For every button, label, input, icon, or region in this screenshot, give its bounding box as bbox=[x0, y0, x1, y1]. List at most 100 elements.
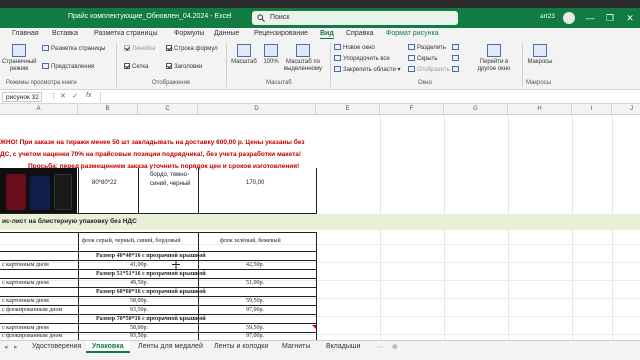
restore-button[interactable]: ❐ bbox=[600, 8, 620, 28]
zoom-button[interactable]: Масштаб bbox=[228, 44, 260, 66]
price-header-d[interactable]: флок зелёный, бежевый bbox=[220, 238, 281, 244]
new-window-button[interactable]: Новое окно bbox=[334, 44, 375, 52]
tab-picture-format[interactable]: Формат рисунка bbox=[386, 30, 439, 37]
arrange-all-button[interactable]: Упорядочить все bbox=[334, 55, 390, 63]
sheet-tab-ribbons-blocks[interactable]: Ленты и колодки bbox=[214, 343, 268, 350]
row-price-d[interactable]: 59,50р. bbox=[246, 298, 264, 304]
close-button[interactable]: ✕ bbox=[620, 8, 640, 28]
switch-windows-button[interactable]: Перейти в другое окно bbox=[470, 44, 518, 73]
sheet-scroll-left-icon[interactable]: ◂ bbox=[4, 343, 8, 351]
grid-label: Сетка bbox=[132, 64, 149, 70]
group-title[interactable]: Размер 51*51*16 с прозрачной крышкой bbox=[96, 271, 206, 277]
row-price-b[interactable]: 93,50р. bbox=[130, 333, 148, 339]
row-price-b[interactable]: 93,50р. bbox=[130, 307, 148, 313]
product-colors-line2[interactable]: синий, черный bbox=[150, 181, 190, 187]
custom-views-button[interactable]: Представления bbox=[42, 63, 94, 71]
unhide-button[interactable]: Отобразить bbox=[408, 66, 450, 74]
fx-icon[interactable]: fx bbox=[86, 92, 91, 99]
group-title[interactable]: Размер 60*60*16 с прозрачной крышкой bbox=[96, 289, 206, 295]
row-label[interactable]: с флокированным дном bbox=[2, 333, 62, 339]
column-header-f[interactable]: F bbox=[380, 104, 444, 115]
search-box[interactable]: Поиск bbox=[252, 11, 458, 25]
page-break-view-button[interactable]: Страничный режим bbox=[2, 44, 37, 73]
row-price-b[interactable]: 41,00р. bbox=[130, 262, 148, 268]
split-button[interactable]: Разделить bbox=[408, 44, 446, 52]
column-header-e[interactable]: E bbox=[316, 104, 380, 115]
comment-indicator[interactable] bbox=[312, 325, 316, 329]
sheet-tab-packaging[interactable]: Упаковка bbox=[86, 341, 130, 353]
tab-home[interactable]: Главная bbox=[12, 30, 39, 37]
group-title[interactable]: Размер 70*50*16 с прозрачной крышкой bbox=[96, 316, 206, 322]
ruler-checkbox[interactable]: Линейка bbox=[124, 45, 155, 53]
reset-position-button[interactable] bbox=[452, 66, 461, 74]
add-sheet-icon[interactable]: ⊕ bbox=[392, 343, 398, 351]
more-options-icon[interactable]: ⋮ bbox=[50, 92, 57, 100]
row-label[interactable]: с картонным дном bbox=[2, 298, 49, 304]
page-layout-button[interactable]: Разметка страницы bbox=[42, 45, 105, 53]
column-header-b[interactable]: B bbox=[78, 104, 138, 115]
group-title[interactable]: Размер 40*40*16 с прозрачной крышкой bbox=[96, 253, 206, 259]
sheet-tab-magnets[interactable]: Магниты bbox=[282, 343, 310, 350]
tab-formulas[interactable]: Формулы bbox=[174, 30, 204, 37]
hide-button[interactable]: Скрыть bbox=[408, 55, 437, 63]
column-header-g[interactable]: G bbox=[444, 104, 508, 115]
row-price-d[interactable]: 42,50р. bbox=[246, 262, 264, 268]
row-price-d[interactable]: 51,00р. bbox=[246, 280, 264, 286]
sync-scroll-button[interactable] bbox=[452, 55, 461, 63]
product-size[interactable]: 80*80*22 bbox=[92, 180, 117, 186]
minimize-button[interactable]: — bbox=[580, 8, 600, 28]
tab-view[interactable]: Вид bbox=[320, 30, 334, 39]
more-sheets-icon[interactable]: ⋯ bbox=[376, 343, 383, 351]
zoom-to-selection-button[interactable]: Масштаб по выделенному bbox=[283, 44, 323, 73]
row-price-d[interactable]: 97,00р. bbox=[246, 333, 264, 339]
cancel-icon[interactable]: ✕ bbox=[60, 92, 66, 100]
row-price-d[interactable]: 59,50р. bbox=[246, 325, 264, 331]
sheet-tab-certificates[interactable]: Удостоверения bbox=[32, 343, 81, 350]
headings-checkbox[interactable]: Заголовки bbox=[166, 63, 202, 71]
row-label[interactable]: с флокированным дном bbox=[2, 307, 62, 313]
tab-page-layout[interactable]: Разметка страницы bbox=[94, 30, 158, 37]
column-header-h[interactable]: H bbox=[508, 104, 572, 115]
column-header-d[interactable]: D bbox=[198, 104, 316, 115]
tab-help[interactable]: Справка bbox=[346, 30, 373, 37]
row-price-b[interactable]: 58,00р. bbox=[130, 298, 148, 304]
column-header-j[interactable]: J bbox=[612, 104, 640, 115]
grid-checkbox[interactable]: Сетка bbox=[124, 63, 148, 71]
user-name[interactable]: art23 bbox=[540, 13, 555, 20]
macros-button[interactable]: Макросы bbox=[524, 44, 556, 66]
title-bar: Прайс комплектующие_Обновлен_04.2024 - E… bbox=[0, 8, 640, 28]
name-box[interactable]: рисунок 32 bbox=[2, 92, 42, 102]
product-photo[interactable] bbox=[0, 168, 77, 214]
tab-data[interactable]: Данные bbox=[214, 30, 239, 37]
zoom-100-button[interactable]: 100% bbox=[260, 44, 282, 66]
formula-input[interactable] bbox=[100, 92, 636, 102]
avatar[interactable] bbox=[563, 12, 575, 24]
tab-review[interactable]: Рецензирование bbox=[254, 30, 308, 37]
row-price-d[interactable]: 97,00р. bbox=[246, 307, 264, 313]
freeze-panes-button[interactable]: Закрепить области ▾ bbox=[334, 66, 401, 74]
row-label[interactable]: с картонным дном bbox=[2, 325, 49, 331]
column-header-c[interactable]: C bbox=[138, 104, 198, 115]
row-price-b[interactable]: 58,00р. bbox=[130, 325, 148, 331]
separator bbox=[116, 43, 117, 87]
custom-views-label: Представления bbox=[51, 64, 95, 70]
enter-icon[interactable]: ✓ bbox=[72, 92, 78, 100]
row-price-b[interactable]: 49,50р. bbox=[130, 280, 148, 286]
group-label-macros: Макросы bbox=[526, 80, 552, 86]
price-header-b[interactable]: флок серый, черный, синий, бордовый bbox=[82, 238, 181, 244]
side-by-side-button[interactable] bbox=[452, 44, 461, 52]
sheet-tab-inserts[interactable]: Вкладыши bbox=[326, 343, 360, 350]
formula-bar-checkbox[interactable]: Строка формул bbox=[166, 45, 218, 53]
sheet-tab-medal-ribbons[interactable]: Ленты для медалей bbox=[138, 343, 203, 350]
row-label[interactable]: с картонным дном bbox=[2, 280, 49, 286]
row-label[interactable]: с картонным дном bbox=[2, 262, 49, 268]
cell-border bbox=[316, 168, 317, 214]
tab-insert[interactable]: Вставка bbox=[52, 30, 78, 37]
column-header-i[interactable]: I bbox=[572, 104, 612, 115]
product-colors-line1[interactable]: бордо, темно- bbox=[150, 172, 189, 178]
sheet-scroll-right-icon[interactable]: ▸ bbox=[14, 343, 18, 351]
product-price[interactable]: 170,00 bbox=[246, 180, 264, 186]
column-header-a[interactable]: A bbox=[0, 104, 78, 115]
section-title[interactable]: ис-лист на блистерную упаковку без НДС bbox=[2, 218, 137, 225]
worksheet[interactable]: A B C D E F G H I J ЖНО! При заказе на т… bbox=[0, 104, 640, 340]
